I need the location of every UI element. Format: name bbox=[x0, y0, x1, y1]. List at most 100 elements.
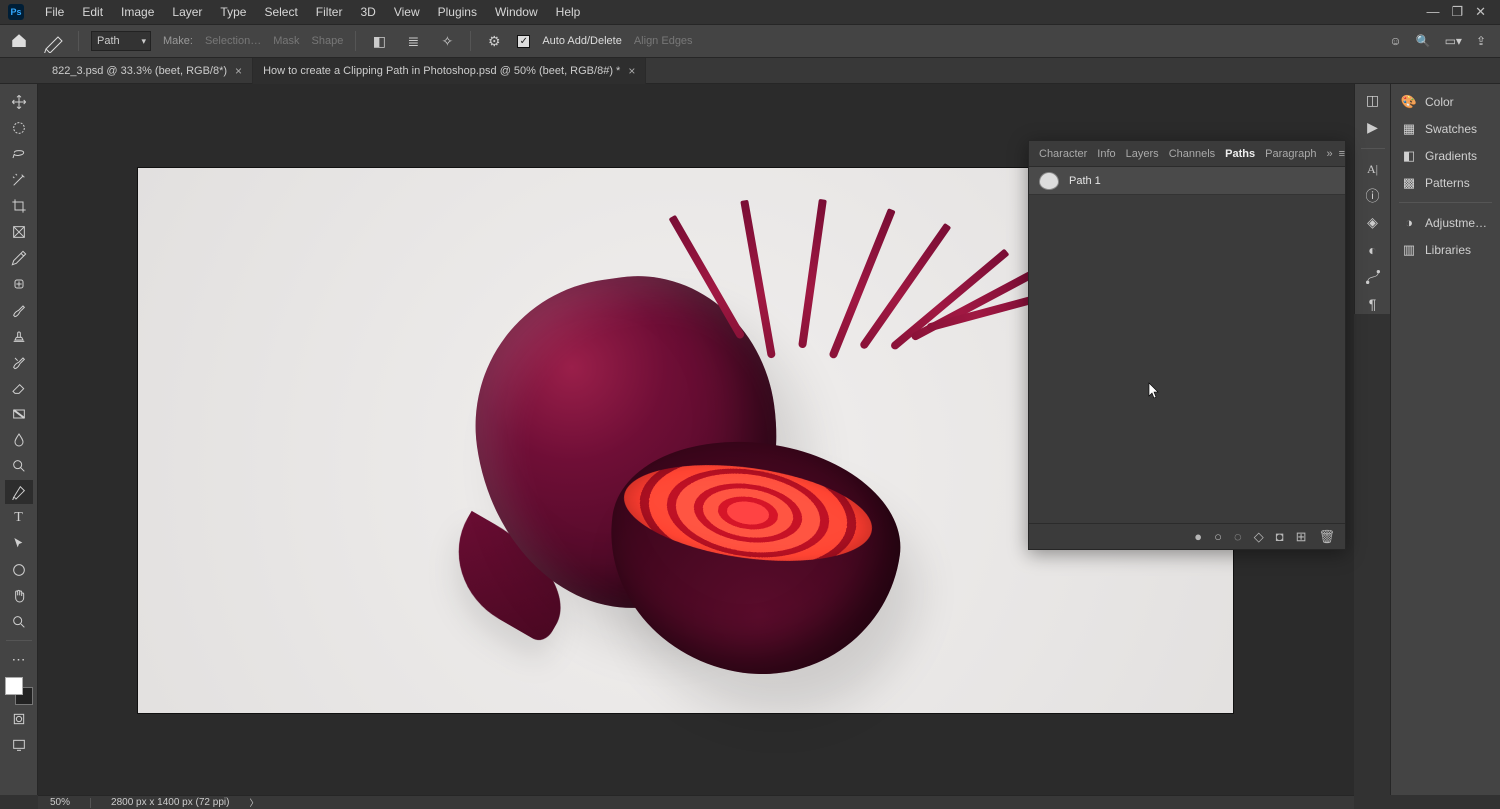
channels-panel-icon[interactable]: ◐ bbox=[1361, 239, 1385, 260]
shape-tool[interactable] bbox=[5, 558, 33, 582]
home-button[interactable] bbox=[8, 30, 30, 52]
add-mask-icon[interactable]: ◘ bbox=[1276, 529, 1284, 544]
window-minimize-icon[interactable]: — bbox=[1426, 4, 1439, 20]
zoom-tool[interactable] bbox=[5, 610, 33, 634]
color-swatches[interactable] bbox=[5, 677, 33, 705]
status-zoom[interactable]: 50% bbox=[50, 797, 70, 808]
tab-paragraph[interactable]: Paragraph bbox=[1265, 148, 1316, 160]
blur-tool[interactable] bbox=[5, 428, 33, 452]
quickmask-tool[interactable] bbox=[5, 707, 33, 731]
healing-tool[interactable] bbox=[5, 272, 33, 296]
info-panel-icon[interactable]: ⓘ bbox=[1361, 186, 1385, 207]
status-dimensions[interactable]: 2800 px x 1400 px (72 ppi) bbox=[111, 797, 229, 808]
auto-add-delete-checkbox[interactable]: ✓ bbox=[517, 35, 530, 48]
cloud-user-icon[interactable]: ☺ bbox=[1389, 34, 1401, 48]
right-panel-column: 🎨 Color ▦ Swatches ◧ Gradients ▩ Pattern… bbox=[1390, 84, 1500, 795]
close-icon[interactable]: × bbox=[628, 64, 635, 78]
paths-list[interactable]: Path 1 bbox=[1029, 167, 1345, 523]
edit-toolbar-button[interactable]: ⋯ bbox=[5, 647, 33, 671]
frame-tool[interactable] bbox=[5, 220, 33, 244]
foreground-swatch[interactable] bbox=[5, 677, 23, 695]
panel-gradients[interactable]: ◧ Gradients bbox=[1391, 142, 1500, 169]
make-mask-button[interactable]: Mask bbox=[273, 35, 299, 47]
panel-libraries[interactable]: ▥ Libraries bbox=[1391, 236, 1500, 263]
histogram-icon[interactable]: ◫ bbox=[1361, 90, 1385, 111]
move-tool[interactable] bbox=[5, 90, 33, 114]
delete-path-icon[interactable]: 🗑 bbox=[1318, 529, 1335, 545]
menu-image[interactable]: Image bbox=[112, 1, 163, 23]
menu-layer[interactable]: Layer bbox=[163, 1, 211, 23]
make-shape-button[interactable]: Shape bbox=[312, 35, 344, 47]
menu-window[interactable]: Window bbox=[486, 1, 547, 23]
align-edges-label[interactable]: Align Edges bbox=[634, 35, 693, 47]
crop-tool[interactable] bbox=[5, 194, 33, 218]
menu-help[interactable]: Help bbox=[547, 1, 590, 23]
panel-swatches[interactable]: ▦ Swatches bbox=[1391, 115, 1500, 142]
window-close-icon[interactable]: ✕ bbox=[1475, 4, 1486, 20]
left-toolbar: T ⋯ bbox=[0, 84, 38, 795]
dodge-tool[interactable] bbox=[5, 454, 33, 478]
panel-menu-icon[interactable]: ≡ bbox=[1339, 148, 1345, 160]
eyedropper-tool[interactable] bbox=[5, 246, 33, 270]
panel-color[interactable]: 🎨 Color bbox=[1391, 88, 1500, 115]
tab-layers[interactable]: Layers bbox=[1126, 148, 1159, 160]
menu-filter[interactable]: Filter bbox=[307, 1, 352, 23]
libraries-icon: ▥ bbox=[1401, 242, 1417, 258]
eraser-tool[interactable] bbox=[5, 376, 33, 400]
menu-view[interactable]: View bbox=[385, 1, 429, 23]
path-item[interactable]: Path 1 bbox=[1029, 167, 1345, 195]
panel-collapse-icon[interactable]: » bbox=[1327, 148, 1333, 160]
stamp-tool[interactable] bbox=[5, 324, 33, 348]
tab-paths[interactable]: Paths bbox=[1225, 148, 1255, 160]
share-icon[interactable]: ⇪ bbox=[1476, 34, 1486, 48]
path-alignment-icon[interactable]: ≣ bbox=[402, 30, 424, 52]
menu-select[interactable]: Select bbox=[255, 1, 306, 23]
path-to-selection-icon[interactable]: ◌ bbox=[1234, 529, 1242, 544]
workspace-switcher-icon[interactable]: ▭▾ bbox=[1445, 34, 1462, 48]
gradient-tool[interactable] bbox=[5, 402, 33, 426]
selection-to-path-icon[interactable]: ◇ bbox=[1254, 529, 1264, 545]
new-path-icon[interactable]: ⊞ bbox=[1296, 529, 1307, 545]
wand-tool[interactable] bbox=[5, 168, 33, 192]
document-tab-active[interactable]: How to create a Clipping Path in Photosh… bbox=[253, 58, 646, 84]
path-operations-icon[interactable]: ◧ bbox=[368, 30, 390, 52]
history-brush-tool[interactable] bbox=[5, 350, 33, 374]
tab-channels[interactable]: Channels bbox=[1169, 148, 1215, 160]
menu-file[interactable]: File bbox=[36, 1, 73, 23]
close-icon[interactable]: × bbox=[235, 64, 242, 78]
search-icon[interactable]: 🔍 bbox=[1416, 34, 1431, 48]
tab-character[interactable]: Character bbox=[1039, 148, 1087, 160]
lasso-tool[interactable] bbox=[5, 142, 33, 166]
path-arrangement-icon[interactable]: ✧ bbox=[436, 30, 458, 52]
hand-tool[interactable] bbox=[5, 584, 33, 608]
stroke-path-icon[interactable]: ○ bbox=[1214, 529, 1222, 544]
paragraph-panel-icon[interactable]: ¶ bbox=[1361, 293, 1385, 314]
tool-mode-select[interactable]: Path bbox=[91, 31, 151, 51]
menu-3d[interactable]: 3D bbox=[351, 1, 384, 23]
menu-edit[interactable]: Edit bbox=[73, 1, 112, 23]
tool-preset[interactable] bbox=[42, 31, 66, 51]
character-panel-icon[interactable]: A| bbox=[1361, 159, 1385, 180]
type-tool[interactable]: T bbox=[5, 506, 33, 530]
tab-info[interactable]: Info bbox=[1097, 148, 1115, 160]
marquee-tool[interactable] bbox=[5, 116, 33, 140]
paths-panel-icon[interactable] bbox=[1361, 266, 1385, 287]
path-select-tool[interactable] bbox=[5, 532, 33, 556]
menu-plugins[interactable]: Plugins bbox=[429, 1, 486, 23]
menu-type[interactable]: Type bbox=[211, 1, 255, 23]
fill-path-icon[interactable]: ● bbox=[1194, 529, 1202, 544]
document-tab[interactable]: 822_3.psd @ 33.3% (beet, RGB/8*) × bbox=[42, 58, 253, 84]
pen-tool[interactable] bbox=[5, 480, 33, 504]
auto-add-delete-label: Auto Add/Delete bbox=[542, 35, 622, 47]
gear-icon[interactable]: ⚙ bbox=[483, 30, 505, 52]
panel-patterns[interactable]: ▩ Patterns bbox=[1391, 169, 1500, 196]
actions-play-icon[interactable]: ▶ bbox=[1361, 117, 1385, 138]
adjustments-icon: ◑ bbox=[1401, 215, 1417, 231]
make-selection-button[interactable]: Selection… bbox=[205, 35, 261, 47]
layers-panel-icon[interactable]: ◈ bbox=[1361, 212, 1385, 233]
window-maximize-icon[interactable]: ❐ bbox=[1451, 4, 1463, 20]
paths-panel[interactable]: Character Info Layers Channels Paths Par… bbox=[1028, 140, 1346, 550]
screenmode-tool[interactable] bbox=[5, 733, 33, 757]
brush-tool[interactable] bbox=[5, 298, 33, 322]
panel-adjustments[interactable]: ◑ Adjustme… bbox=[1391, 209, 1500, 236]
